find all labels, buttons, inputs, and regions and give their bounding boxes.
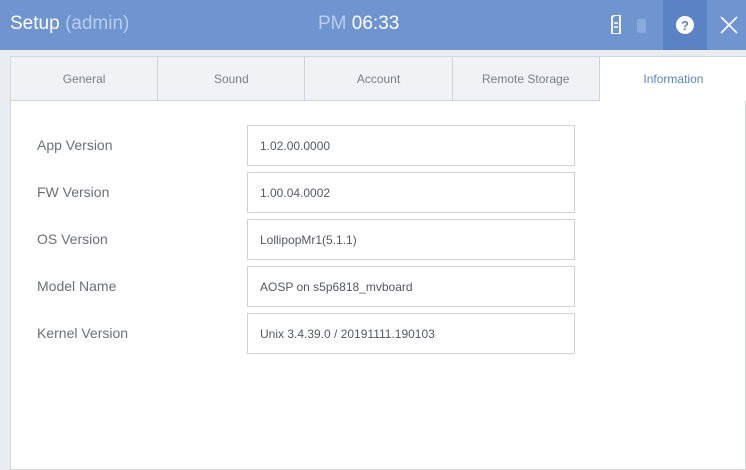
clock: PM 06:33 [318, 13, 399, 35]
title-main: Setup [10, 13, 60, 34]
clock-ampm: PM [318, 13, 347, 34]
tab-bar: General Sound Account Remote Storage Inf… [11, 57, 746, 101]
tab-account[interactable]: Account [305, 57, 453, 101]
window-title: Setup (admin) [10, 13, 129, 35]
model-name-field: AOSP on s5p6818_mvboard [247, 266, 575, 307]
os-version-label: OS Version [37, 231, 108, 247]
kernel-version-label: Kernel Version [37, 325, 129, 341]
tab-information[interactable]: Information [599, 57, 746, 101]
sd-card-icon [611, 15, 621, 34]
kernel-version-field: Unix 3.4.39.0 / 20191111.190103 [247, 313, 575, 354]
clock-time: 06:33 [351, 13, 400, 34]
app-version-field: 1.02.00.0000 [247, 125, 575, 166]
os-version-field: LollipopMr1(5.1.1) [247, 219, 575, 260]
settings-panel: General Sound Account Remote Storage Inf… [10, 56, 746, 470]
title-bar: Setup (admin) PM 06:33 ? [0, 0, 746, 50]
fw-version-label: FW Version [37, 184, 110, 200]
model-name-label: Model Name [37, 278, 117, 294]
tab-remote-storage[interactable]: Remote Storage [452, 57, 600, 101]
fw-version-field: 1.00.04.0002 [247, 172, 575, 213]
app-version-label: App Version [37, 137, 113, 153]
tab-general[interactable]: General [11, 57, 159, 101]
help-button[interactable]: ? [663, 0, 707, 50]
battery-icon [637, 19, 646, 33]
close-icon [719, 16, 738, 34]
tab-sound[interactable]: Sound [158, 57, 306, 101]
close-button[interactable] [711, 0, 746, 50]
help-icon: ? [676, 16, 694, 34]
title-user: (admin) [64, 13, 130, 34]
